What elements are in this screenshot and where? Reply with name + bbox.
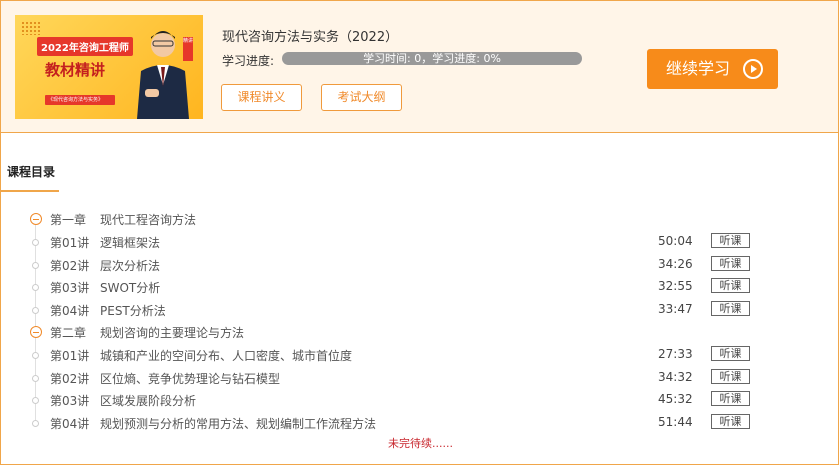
lesson-number: 第02讲 <box>50 372 90 386</box>
progress-text: 学习时间: 0，学习进度: 0% <box>363 52 501 65</box>
lesson-number: 第02讲 <box>50 259 90 273</box>
cover-strip: 《现代咨询方法与实务》 <box>45 95 115 105</box>
listen-button[interactable]: 听课 <box>711 391 750 406</box>
lesson-dot-icon <box>32 307 39 314</box>
lecture-notes-button[interactable]: 课程讲义 <box>221 84 302 111</box>
listen-button[interactable]: 听课 <box>711 414 750 429</box>
lesson-dot-icon <box>32 375 39 382</box>
lesson-duration: 51:44 <box>658 415 693 429</box>
lesson-duration: 34:32 <box>658 370 693 384</box>
lesson-number: 第01讲 <box>50 236 90 250</box>
lesson-row[interactable]: 第04讲 规划预测与分析的常用方法、规划编制工作流程方法 51:44 听课 <box>0 412 839 434</box>
continue-learning-button[interactable]: 继续学习 <box>647 49 778 89</box>
lesson-duration: 50:04 <box>658 234 693 248</box>
listen-button[interactable]: 听课 <box>711 278 750 293</box>
lesson-duration: 45:32 <box>658 392 693 406</box>
cover-headline: 教材精讲 <box>45 61 106 79</box>
lesson-name[interactable]: 区域发展阶段分析 <box>100 392 196 409</box>
lesson-row[interactable]: 第02讲 层次分析法 34:26 听课 <box>0 254 839 276</box>
listen-button[interactable]: 听课 <box>711 369 750 384</box>
instructor-photo <box>137 31 189 119</box>
lesson-name[interactable]: 层次分析法 <box>100 257 160 274</box>
lesson-name[interactable]: SWOT分析 <box>100 279 160 296</box>
lesson-duration: 33:47 <box>658 302 693 316</box>
collapse-circle-icon[interactable] <box>30 213 42 225</box>
progress-bar: 学习时间: 0，学习进度: 0% <box>282 52 582 65</box>
catalog-tab[interactable]: 课程目录 <box>7 163 55 180</box>
lesson-dot-icon <box>32 397 39 404</box>
dots-decoration <box>21 21 41 35</box>
lesson-number: 第03讲 <box>50 281 90 295</box>
course-title: 现代咨询方法与实务（2022） <box>222 30 399 45</box>
chapter-name: 现代工程咨询方法 <box>100 213 197 227</box>
listen-button[interactable]: 听课 <box>711 301 750 316</box>
lesson-name[interactable]: 区位熵、竞争优势理论与钻石模型 <box>100 370 280 387</box>
chapter-row[interactable]: 第二章 规划咨询的主要理论与方法 <box>0 321 839 343</box>
chapter-row[interactable]: 第一章 现代工程咨询方法 <box>0 208 839 230</box>
catalog-tab-underline <box>1 190 59 192</box>
lesson-dot-icon <box>32 420 39 427</box>
lesson-dot-icon <box>32 284 39 291</box>
lesson-number: 第01讲 <box>50 349 90 363</box>
play-circle-icon <box>743 59 763 79</box>
lesson-name[interactable]: 城镇和产业的空间分布、人口密度、城市首位度 <box>100 347 352 364</box>
continue-label: 继续学习 <box>666 59 731 78</box>
chapter-number: 第二章 <box>50 326 87 340</box>
lesson-number: 第04讲 <box>50 417 90 431</box>
lesson-row[interactable]: 第04讲 PEST分析法 33:47 听课 <box>0 299 839 321</box>
exam-outline-button[interactable]: 考试大纲 <box>321 84 402 111</box>
lesson-number: 第04讲 <box>50 304 90 318</box>
lesson-name[interactable]: PEST分析法 <box>100 302 166 319</box>
cover-tag: 2022年咨询工程师 <box>37 37 133 56</box>
progress-label: 学习进度: <box>222 54 275 68</box>
lesson-duration: 27:33 <box>658 347 693 361</box>
lesson-row[interactable]: 第03讲 区域发展阶段分析 45:32 听课 <box>0 389 839 411</box>
lesson-dot-icon <box>32 262 39 269</box>
lesson-duration: 34:26 <box>658 257 693 271</box>
listen-button[interactable]: 听课 <box>711 256 750 271</box>
course-header: 2022年咨询工程师 教材精讲 《现代咨询方法与实务》 精讲 现代咨询方法与实务… <box>1 1 838 133</box>
lesson-name[interactable]: 规划预测与分析的常用方法、规划编制工作流程方法 <box>100 415 376 432</box>
lesson-row[interactable]: 第03讲 SWOT分析 32:55 听课 <box>0 276 839 298</box>
lesson-dot-icon <box>32 352 39 359</box>
lesson-dot-icon <box>32 239 39 246</box>
listen-button[interactable]: 听课 <box>711 346 750 361</box>
course-cover-image[interactable]: 2022年咨询工程师 教材精讲 《现代咨询方法与实务》 精讲 <box>15 15 203 119</box>
listen-button[interactable]: 听课 <box>711 233 750 248</box>
lesson-duration: 32:55 <box>658 279 693 293</box>
lesson-name[interactable]: 逻辑框架法 <box>100 234 160 251</box>
chapter-name: 规划咨询的主要理论与方法 <box>100 326 245 340</box>
lesson-row[interactable]: 第01讲 逻辑框架法 50:04 听课 <box>0 231 839 253</box>
lesson-number: 第03讲 <box>50 394 90 408</box>
lesson-row[interactable]: 第02讲 区位熵、竞争优势理论与钻石模型 34:32 听课 <box>0 367 839 389</box>
chapter-number: 第一章 <box>50 213 87 227</box>
lesson-row[interactable]: 第01讲 城镇和产业的空间分布、人口密度、城市首位度 27:33 听课 <box>0 344 839 366</box>
collapse-circle-icon[interactable] <box>30 326 42 338</box>
to-be-continued-text: 未完待续...... <box>388 437 453 450</box>
